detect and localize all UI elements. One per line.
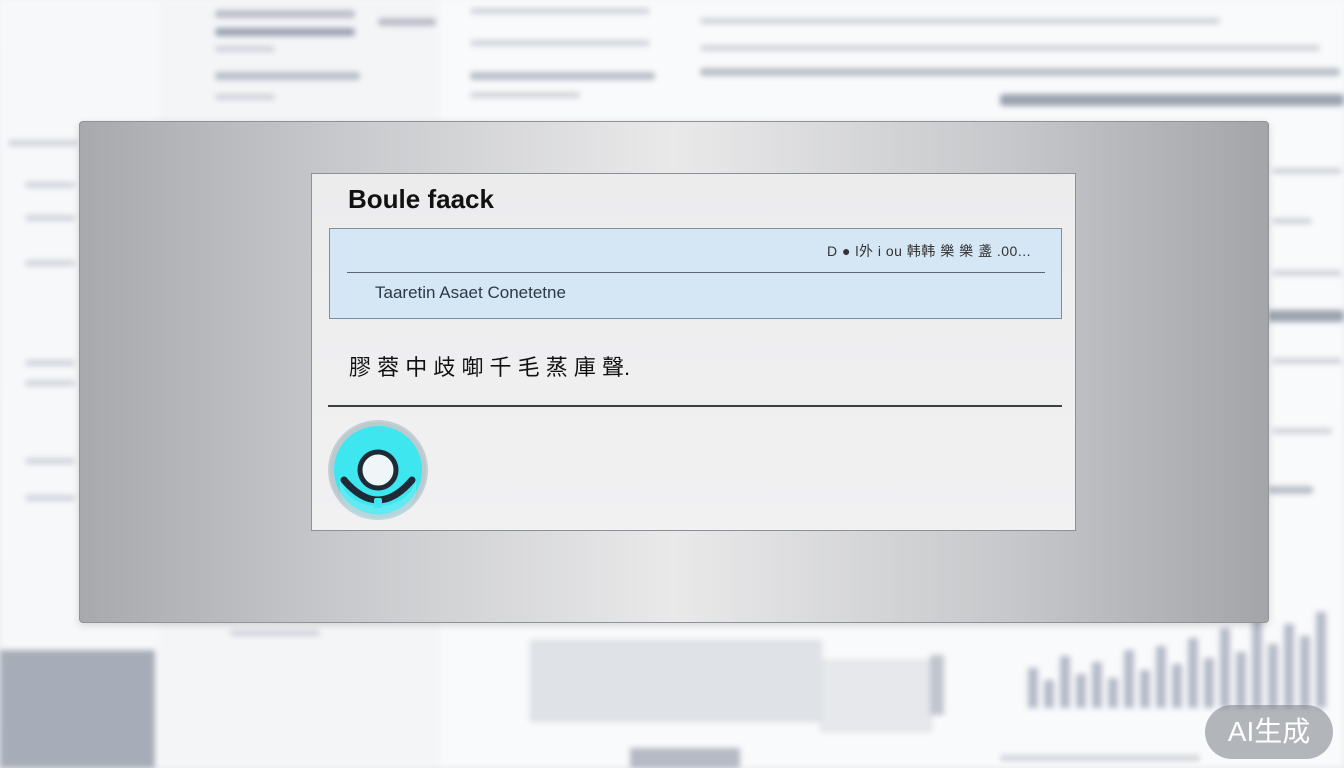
bg-line [470, 92, 580, 98]
bg-line [215, 46, 275, 52]
bg-line [700, 45, 1320, 51]
info-box: D ● l外 i ou 韩韩 樂 樂 盞 .00... Taaretin Asa… [329, 228, 1062, 319]
bg-bar [1172, 664, 1182, 708]
dialog-title: Boule faack [348, 184, 494, 214]
bg-bar [1284, 624, 1294, 708]
bg-bar [1236, 652, 1246, 708]
bg-line [215, 94, 275, 100]
bg-line [1272, 218, 1312, 224]
bg-line [25, 215, 75, 221]
bg-line [215, 10, 355, 18]
bg-line [215, 72, 360, 80]
bg-bar [1108, 678, 1118, 708]
status-text: D ● l外 i ou 韩韩 樂 樂 盞 .00... [827, 243, 1031, 259]
bg-bar [1252, 618, 1262, 708]
bg-bar [1028, 668, 1038, 708]
bg-line [215, 28, 355, 36]
bg-line [470, 72, 655, 80]
bg-line [1272, 428, 1332, 434]
bg-line [378, 18, 436, 26]
bg-bar [1204, 658, 1214, 708]
bg-line [25, 260, 75, 266]
bg-bar [1092, 662, 1102, 708]
bg-line [700, 68, 1340, 76]
bg-bar [1220, 628, 1230, 708]
bg-block [930, 655, 944, 715]
info-label: Taaretin Asaet Conetetne [375, 283, 566, 302]
bg-bar [1124, 650, 1134, 708]
bg-line [25, 182, 75, 188]
bg-line [25, 360, 75, 366]
bg-block [630, 748, 740, 768]
info-divider [347, 272, 1045, 273]
bg-line [1272, 168, 1342, 174]
bg-line [1272, 270, 1342, 276]
bg-block [0, 650, 155, 768]
bg-line [1272, 358, 1342, 364]
bg-line [25, 495, 75, 501]
bg-line [8, 140, 78, 146]
bg-line [470, 40, 650, 46]
circle-o-icon-graphic [330, 422, 426, 520]
bg-line [470, 8, 650, 14]
bg-panel [820, 660, 932, 732]
bg-bar [1300, 636, 1310, 708]
bg-line [25, 458, 75, 464]
bg-bar [1044, 680, 1054, 708]
bg-line [1268, 310, 1344, 322]
bg-line [230, 630, 320, 636]
dialog: Boule faack D ● l外 i ou 韩韩 樂 樂 盞 .00... … [311, 173, 1076, 531]
circle-o-icon[interactable] [328, 420, 428, 520]
bg-line [1000, 94, 1344, 106]
ai-generated-badge: AI生成 [1205, 705, 1333, 759]
bg-line [700, 18, 1220, 24]
bg-bar [1316, 612, 1326, 708]
bg-line [1000, 755, 1200, 761]
bg-line [25, 380, 75, 386]
dialog-divider [328, 405, 1062, 407]
bg-bar [1188, 638, 1198, 708]
bg-line [1268, 486, 1313, 494]
bg-bar [1076, 674, 1086, 708]
bg-bar [1156, 646, 1166, 708]
bg-panel [530, 640, 822, 722]
bg-bar [1140, 670, 1150, 708]
bg-bar [1060, 656, 1070, 708]
bg-bar [1268, 644, 1278, 708]
dialog-message: 膠 蓉 中 歧 啣 千 毛 蒸 庫 聲. [349, 355, 631, 380]
